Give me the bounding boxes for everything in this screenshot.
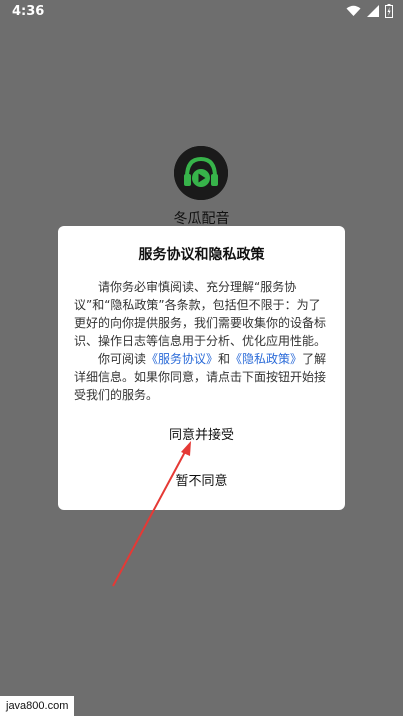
battery-icon — [385, 4, 393, 18]
dialog-paragraph-1: 请你务必审慎阅读、充分理解“服务协议”和“隐私政策”各条款，包括但不限于：为了更… — [74, 280, 327, 348]
watermark: java800.com — [0, 696, 75, 716]
accept-button[interactable]: 同意并接受 — [169, 424, 234, 443]
dialog-paragraph-2: 你可阅读《服务协议》和《隐私政策》了解详细信息。如果你同意，请点击下面按钮开始接… — [74, 350, 329, 404]
app-name: 冬瓜配音 — [173, 211, 230, 227]
para2-and: 和 — [218, 352, 231, 366]
decline-row: 暂不同意 — [58, 470, 345, 489]
signal-icon — [367, 5, 379, 17]
status-time: 4:36 — [12, 4, 45, 19]
service-agreement-link[interactable]: 《服务协议》 — [146, 352, 218, 366]
accept-row: 同意并接受 — [58, 424, 345, 443]
status-bar: 4:36 — [0, 0, 403, 24]
headphones-play-icon — [174, 146, 228, 200]
status-icons — [346, 4, 393, 18]
app-logo — [174, 146, 228, 200]
dialog-title: 服务协议和隐私政策 — [138, 247, 265, 263]
para2-prefix: 你可阅读 — [98, 352, 147, 366]
privacy-dialog: 服务协议和隐私政策 请你务必审慎阅读、充分理解“服务协议”和“隐私政策”各条款，… — [58, 226, 345, 510]
dialog-body: 请你务必审慎阅读、充分理解“服务协议”和“隐私政策”各条款，包括但不限于：为了更… — [74, 278, 329, 404]
privacy-policy-link[interactable]: 《隐私政策》 — [230, 352, 302, 366]
wifi-icon — [346, 5, 361, 16]
decline-button[interactable]: 暂不同意 — [175, 470, 227, 489]
